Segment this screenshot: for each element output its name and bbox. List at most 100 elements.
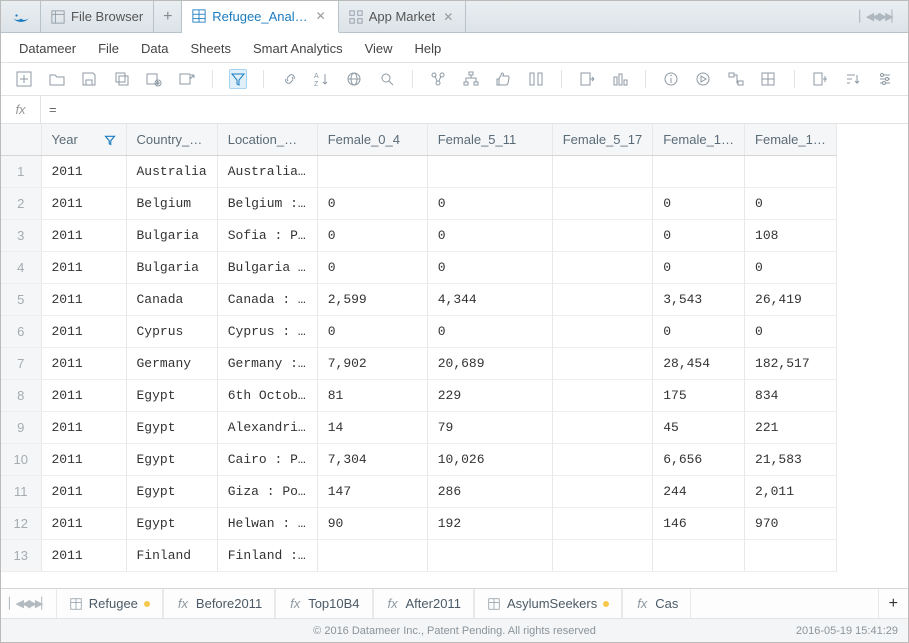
formula-input[interactable] <box>65 102 908 117</box>
open-icon[interactable] <box>47 69 65 89</box>
col-female-1a[interactable]: Female_1… <box>653 124 745 156</box>
cell-f517[interactable] <box>552 156 653 188</box>
menu-datameer[interactable]: Datameer <box>19 41 76 56</box>
columns-icon[interactable] <box>526 69 544 89</box>
cell-country[interactable]: Germany <box>126 348 217 380</box>
menu-data[interactable]: Data <box>141 41 168 56</box>
table-row[interactable]: 12 2011 Egypt Helwan : … 90 192 146 970 <box>1 508 836 540</box>
cell-country[interactable]: Egypt <box>126 508 217 540</box>
cell-f1[interactable]: 45 <box>653 412 745 444</box>
cell-f517[interactable] <box>552 540 653 572</box>
cell-f04[interactable]: 0 <box>317 316 427 348</box>
cell-f2[interactable] <box>745 156 837 188</box>
col-country[interactable]: Country_… <box>126 124 217 156</box>
cell-f1[interactable]: 0 <box>653 220 745 252</box>
corner-cell[interactable] <box>1 124 41 156</box>
cell-year[interactable]: 2011 <box>41 316 126 348</box>
col-female-1b[interactable]: Female_1… <box>745 124 837 156</box>
cell-f517[interactable] <box>552 316 653 348</box>
cell-f511[interactable]: 0 <box>427 252 552 284</box>
cell-f517[interactable] <box>552 220 653 252</box>
cell-year[interactable]: 2011 <box>41 252 126 284</box>
cell-country[interactable]: Egypt <box>126 476 217 508</box>
cell-f04[interactable]: 0 <box>317 220 427 252</box>
cell-f517[interactable] <box>552 444 653 476</box>
cell-year[interactable]: 2011 <box>41 444 126 476</box>
sheet-asylumseekers[interactable]: AsylumSeekers <box>474 589 622 618</box>
cell-f04[interactable]: 0 <box>317 252 427 284</box>
cell-f2[interactable]: 2,011 <box>745 476 837 508</box>
close-icon[interactable]: ✕ <box>314 9 328 23</box>
cell-year[interactable]: 2011 <box>41 540 126 572</box>
cell-country[interactable]: Finland <box>126 540 217 572</box>
sheet-top10b4[interactable]: fxTop10B4 <box>275 589 372 618</box>
cell-f511[interactable] <box>427 156 552 188</box>
table-row[interactable]: 5 2011 Canada Canada : … 2,599 4,344 3,5… <box>1 284 836 316</box>
grid-small-icon[interactable] <box>759 69 777 89</box>
cell-f2[interactable]: 221 <box>745 412 837 444</box>
cell-f1[interactable]: 175 <box>653 380 745 412</box>
cell-year[interactable]: 2011 <box>41 508 126 540</box>
col-year[interactable]: Year <box>41 124 126 156</box>
cell-f1[interactable] <box>653 540 745 572</box>
row-number[interactable]: 6 <box>1 316 41 348</box>
cell-f517[interactable] <box>552 412 653 444</box>
globe-icon[interactable] <box>345 69 363 89</box>
cell-f2[interactable]: 834 <box>745 380 837 412</box>
settings-icon[interactable] <box>875 69 893 89</box>
insert-col-icon[interactable] <box>811 69 829 89</box>
menu-smart-analytics[interactable]: Smart Analytics <box>253 41 343 56</box>
cell-country[interactable]: Egypt <box>126 412 217 444</box>
cell-f1[interactable]: 146 <box>653 508 745 540</box>
cell-f511[interactable] <box>427 540 552 572</box>
cell-year[interactable]: 2011 <box>41 188 126 220</box>
col-female-5-17[interactable]: Female_5_17 <box>552 124 653 156</box>
table-row[interactable]: 3 2011 Bulgaria Sofia : P… 0 0 0 108 <box>1 220 836 252</box>
cell-year[interactable]: 2011 <box>41 476 126 508</box>
cell-country[interactable]: Egypt <box>126 444 217 476</box>
cell-location[interactable]: Sofia : P… <box>217 220 317 252</box>
cell-location[interactable]: Bulgaria … <box>217 252 317 284</box>
cell-location[interactable]: Alexandri… <box>217 412 317 444</box>
menu-file[interactable]: File <box>98 41 119 56</box>
col-female-5-11[interactable]: Female_5_11 <box>427 124 552 156</box>
add-sheet-button[interactable]: + <box>878 589 908 618</box>
cell-f511[interactable]: 10,026 <box>427 444 552 476</box>
cell-f517[interactable] <box>552 476 653 508</box>
sheet-add-icon[interactable] <box>145 69 163 89</box>
cell-country[interactable]: Cyprus <box>126 316 217 348</box>
cell-f2[interactable]: 182,517 <box>745 348 837 380</box>
row-number[interactable]: 12 <box>1 508 41 540</box>
col-location[interactable]: Location_… <box>217 124 317 156</box>
cell-location[interactable]: Giza : Po… <box>217 476 317 508</box>
tab-refugee-analysis[interactable]: Refugee_Anal… ✕ <box>182 1 338 33</box>
cell-location[interactable]: Helwan : … <box>217 508 317 540</box>
cell-country[interactable]: Bulgaria <box>126 252 217 284</box>
cell-f04[interactable]: 2,599 <box>317 284 427 316</box>
cell-f1[interactable]: 28,454 <box>653 348 745 380</box>
cluster-icon[interactable] <box>429 69 447 89</box>
cell-location[interactable]: Belgium :… <box>217 188 317 220</box>
cell-year[interactable]: 2011 <box>41 348 126 380</box>
cell-location[interactable]: Canada : … <box>217 284 317 316</box>
row-number[interactable]: 2 <box>1 188 41 220</box>
cell-f511[interactable]: 0 <box>427 316 552 348</box>
cell-f511[interactable]: 229 <box>427 380 552 412</box>
tab-nav-arrows[interactable]: ▏◀◀▶▶▏ <box>849 1 908 32</box>
menu-sheets[interactable]: Sheets <box>191 41 231 56</box>
sort-desc-icon[interactable] <box>843 69 861 89</box>
cell-f04[interactable]: 14 <box>317 412 427 444</box>
row-number[interactable]: 13 <box>1 540 41 572</box>
play-icon[interactable] <box>694 69 712 89</box>
sheet-before2011[interactable]: fxBefore2011 <box>163 589 275 618</box>
menu-help[interactable]: Help <box>415 41 442 56</box>
cell-location[interactable]: Cairo : P… <box>217 444 317 476</box>
cell-f04[interactable]: 7,902 <box>317 348 427 380</box>
col-female-0-4[interactable]: Female_0_4 <box>317 124 427 156</box>
table-row[interactable]: 9 2011 Egypt Alexandri… 14 79 45 221 <box>1 412 836 444</box>
cell-f04[interactable] <box>317 156 427 188</box>
cell-year[interactable]: 2011 <box>41 284 126 316</box>
cell-f04[interactable]: 7,304 <box>317 444 427 476</box>
row-number[interactable]: 1 <box>1 156 41 188</box>
row-number[interactable]: 11 <box>1 476 41 508</box>
